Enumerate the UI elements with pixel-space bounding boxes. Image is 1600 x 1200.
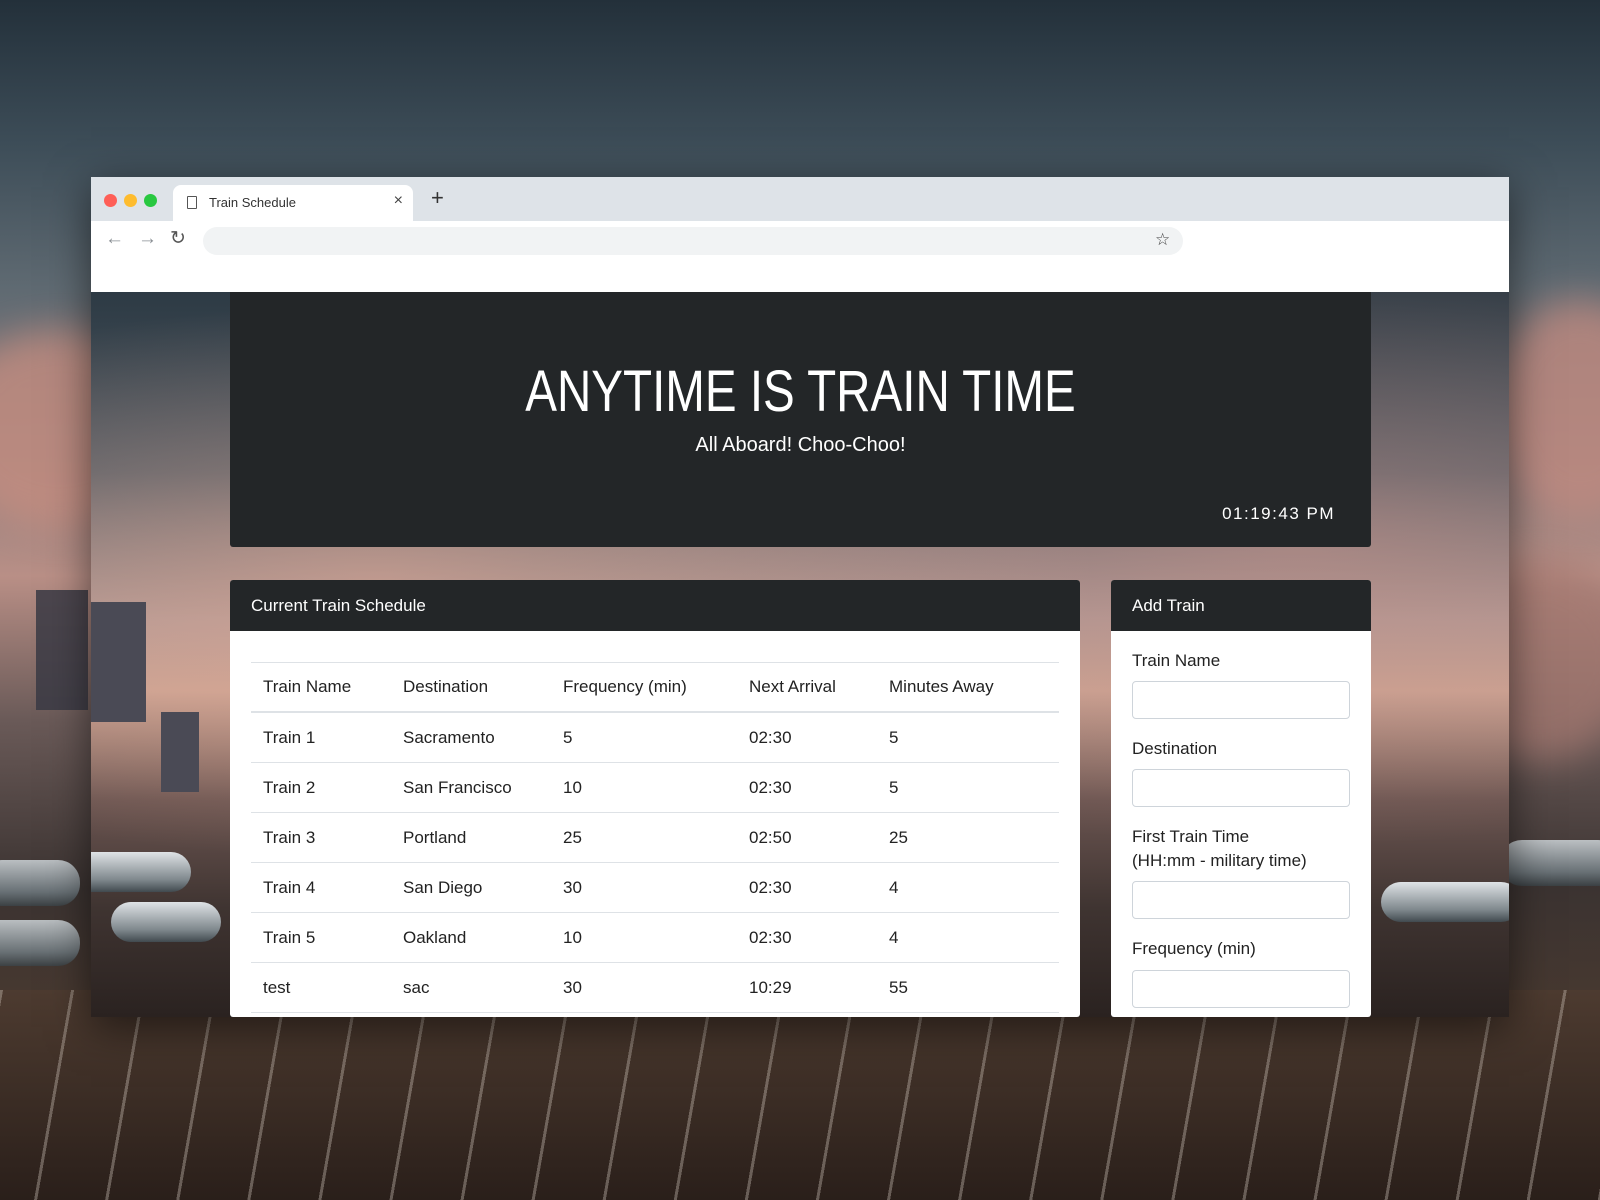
document-icon xyxy=(187,196,197,209)
browser-tab[interactable]: Train Schedule × xyxy=(173,185,413,221)
column-header: Destination xyxy=(391,662,551,713)
table-cell: sac xyxy=(391,962,551,1013)
table-cell: 30 xyxy=(551,962,737,1013)
add-train-heading: Add Train xyxy=(1111,580,1371,631)
bookmark-star-icon[interactable]: ☆ xyxy=(1155,230,1170,250)
first-train-time-input[interactable] xyxy=(1132,881,1350,919)
table-cell: 4 xyxy=(877,912,1059,963)
schedule-table: Train Name Destination Frequency (min) N… xyxy=(251,662,1059,1013)
maximize-window-button[interactable] xyxy=(144,194,157,207)
background-railcar xyxy=(111,902,221,942)
column-header: Minutes Away xyxy=(877,662,1059,713)
frequency-label: Frequency (min) xyxy=(1132,939,1256,958)
table-cell: 25 xyxy=(551,812,737,863)
frequency-input[interactable] xyxy=(1132,970,1350,1008)
back-icon[interactable]: ← xyxy=(105,227,124,251)
new-tab-icon[interactable]: + xyxy=(431,186,444,210)
destination-input[interactable] xyxy=(1132,769,1350,807)
hero-banner: ANYTIME IS TRAIN TIME All Aboard! Choo-C… xyxy=(230,292,1371,547)
table-cell: Train 2 xyxy=(251,762,391,813)
table-cell: Train 1 xyxy=(251,712,391,763)
tab-title: Train Schedule xyxy=(209,195,296,210)
table-header-row: Train Name Destination Frequency (min) N… xyxy=(251,662,1059,713)
minimize-window-button[interactable] xyxy=(124,194,137,207)
table-row: Train 5 Oakland 10 02:30 4 xyxy=(251,912,1059,963)
train-name-label: Train Name xyxy=(1132,651,1221,670)
table-cell: 5 xyxy=(877,762,1059,813)
table-cell: Sacramento xyxy=(391,712,551,763)
column-header: Frequency (min) xyxy=(551,662,737,713)
schedule-card: Current Train Schedule Train Name Destin… xyxy=(230,580,1080,1017)
first-train-time-hint: (HH:mm - military time) xyxy=(1132,851,1307,870)
close-window-button[interactable] xyxy=(104,194,117,207)
page-title: ANYTIME IS TRAIN TIME xyxy=(525,359,1076,424)
destination-label: Destination xyxy=(1132,739,1218,758)
close-tab-icon[interactable]: × xyxy=(394,192,403,210)
background-railcar xyxy=(1381,882,1509,922)
schedule-heading: Current Train Schedule xyxy=(230,580,1080,631)
table-cell: 30 xyxy=(551,862,737,913)
table-cell: 10:29 xyxy=(737,962,877,1013)
table-cell: 25 xyxy=(877,812,1059,863)
table-cell: 02:30 xyxy=(737,762,877,813)
table-cell: San Francisco xyxy=(391,762,551,813)
page-subtitle: All Aboard! Choo-Choo! xyxy=(695,434,906,456)
table-cell: 02:50 xyxy=(737,812,877,863)
table-cell: 02:30 xyxy=(737,862,877,913)
address-bar[interactable] xyxy=(203,227,1183,255)
table-cell: San Diego xyxy=(391,862,551,913)
table-cell: test xyxy=(251,962,391,1013)
table-cell: 5 xyxy=(877,712,1059,763)
table-row: test sac 30 10:29 55 xyxy=(251,962,1059,1013)
table-row: Train 2 San Francisco 10 02:30 5 xyxy=(251,762,1059,813)
table-cell: 5 xyxy=(551,712,737,763)
table-cell: 4 xyxy=(877,862,1059,913)
forward-icon[interactable]: → xyxy=(138,227,157,251)
table-cell: Oakland xyxy=(391,912,551,963)
column-header: Next Arrival xyxy=(737,662,877,713)
table-cell: Train 4 xyxy=(251,862,391,913)
train-name-input[interactable] xyxy=(1132,681,1350,719)
table-cell: Train 3 xyxy=(251,812,391,863)
browser-toolbar: ← → ↻ ☆ xyxy=(91,221,1509,261)
reload-icon[interactable]: ↻ xyxy=(170,227,186,251)
table-cell: 10 xyxy=(551,762,737,813)
table-cell: 55 xyxy=(877,962,1059,1013)
table-row: Train 4 San Diego 30 02:30 4 xyxy=(251,862,1059,913)
table-row: Train 1 Sacramento 5 02:30 5 xyxy=(251,712,1059,763)
table-cell: 02:30 xyxy=(737,712,877,763)
table-cell: 10 xyxy=(551,912,737,963)
background-building xyxy=(91,602,146,722)
table-cell: 02:30 xyxy=(737,912,877,963)
background-railcar xyxy=(91,852,191,892)
table-row: Train 3 Portland 25 02:50 25 xyxy=(251,812,1059,863)
column-header: Train Name xyxy=(251,662,391,713)
tab-bar: Train Schedule × + xyxy=(91,177,1509,221)
add-train-card: Add Train Train Name Destination First T… xyxy=(1111,580,1371,1017)
table-cell: Portland xyxy=(391,812,551,863)
current-time: 01:19:43 PM xyxy=(1222,504,1335,523)
table-cell: Train 5 xyxy=(251,912,391,963)
first-train-time-label: First Train Time xyxy=(1132,827,1250,846)
page-viewport: ANYTIME IS TRAIN TIME All Aboard! Choo-C… xyxy=(91,292,1509,1017)
background-building xyxy=(161,712,199,792)
browser-window: Train Schedule × + ← → ↻ ☆ ANYTIME IS TR… xyxy=(91,177,1509,1017)
